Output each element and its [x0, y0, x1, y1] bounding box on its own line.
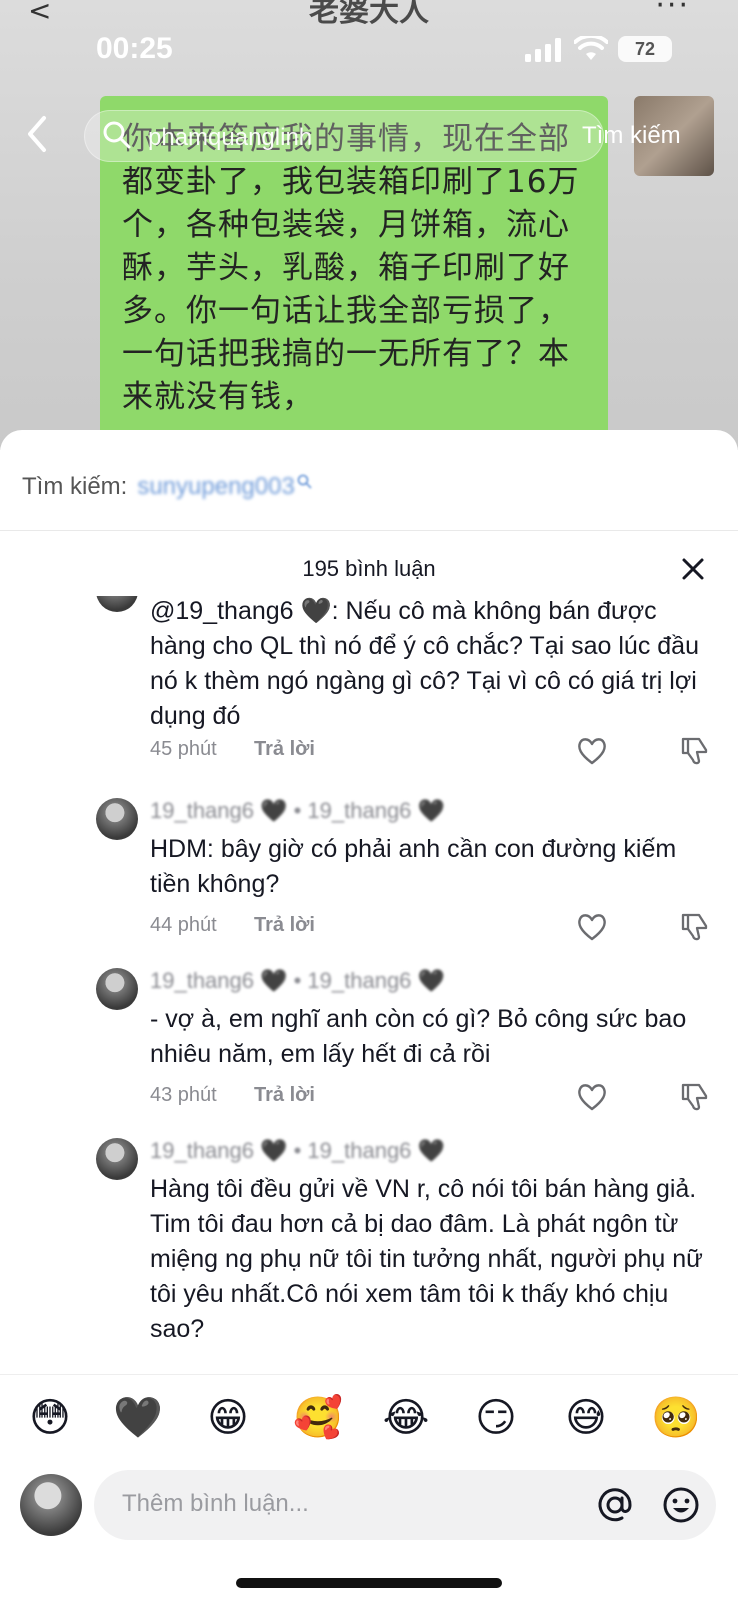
comments-count: 195 bình luận [302, 556, 436, 581]
related-search-label: Tìm kiếm: [22, 473, 128, 500]
search-icon [103, 121, 131, 149]
search-icon [297, 474, 312, 489]
commenter-avatar[interactable] [96, 968, 138, 1010]
comment-item: 19_thang6 🖤 • 19_thang6 🖤 - vợ à, em ngh… [0, 968, 738, 1138]
emoji-sweat-smile[interactable]: 😅 [560, 1392, 612, 1444]
comment-username[interactable]: 19_thang6 🖤 • 19_thang6 🖤 [150, 968, 445, 994]
comment-item: @19_thang6 🖤: Nếu cô mà không bán được h… [0, 596, 738, 770]
top-search-button[interactable]: Tìm kiếm [582, 122, 681, 150]
comment-time: 43 phút [150, 1084, 217, 1106]
thumbs-down-icon[interactable] [678, 1082, 710, 1112]
comment-text: Hàng tôi đều gửi về VN r, cô nói tôi bán… [150, 1175, 703, 1343]
wifi-icon [574, 36, 608, 60]
reply-button[interactable]: Trả lời [254, 1084, 315, 1107]
comment-item: 19_thang6 🖤 • 19_thang6 🖤 HDM: bây giờ c… [0, 798, 738, 968]
chat-message-text: 你本来答应我的事情，现在全部都变卦了，我包装箱印刷了16万个，各种包装袋，月饼箱… [122, 121, 580, 415]
quick-emoji-bar: 😳 🖤 😁 🥰 😂 😏 😅 🥺 [0, 1392, 738, 1452]
heart-outline-icon[interactable] [576, 736, 608, 766]
commenter-avatar[interactable] [96, 1138, 138, 1180]
emoji-pleading[interactable]: 🥺 [650, 1392, 702, 1444]
home-indicator [236, 1578, 502, 1588]
comment-time: 45 phút [150, 738, 217, 760]
divider [0, 530, 738, 531]
thumbs-down-icon[interactable] [678, 912, 710, 942]
comment-item: 19_thang6 🖤 • 19_thang6 🖤 Hàng tôi đều g… [0, 1138, 738, 1376]
reply-button[interactable]: Trả lời [254, 914, 315, 937]
comment-text: HDM: bây giờ có phải anh cần con đường k… [150, 835, 677, 898]
emoji-flushed[interactable]: 😳 [24, 1392, 76, 1444]
current-user-avatar [20, 1474, 82, 1536]
related-search-term[interactable]: sunyupeng003 [137, 473, 294, 501]
emoji-tears-of-joy[interactable]: 😂 [380, 1392, 432, 1444]
emoji-black-heart[interactable]: 🖤 [112, 1392, 164, 1444]
heart-outline-icon[interactable] [576, 912, 608, 942]
top-search-query: phamquanglinh [148, 124, 313, 151]
commenter-avatar[interactable] [96, 596, 138, 612]
back-button[interactable] [24, 114, 64, 158]
video-chat-more-glyph: ··· [655, 0, 690, 23]
heart-outline-icon[interactable] [576, 1082, 608, 1112]
comments-list[interactable]: @19_thang6 🖤: Nếu cô mà không bán được h… [0, 596, 738, 1376]
status-time: 00:25 [96, 32, 173, 65]
emoji-grin[interactable]: 😁 [202, 1392, 254, 1444]
close-icon[interactable] [678, 554, 708, 584]
comment-input-placeholder: Thêm bình luận... [122, 1490, 309, 1517]
thumbs-down-icon[interactable] [678, 736, 710, 766]
chevron-left-icon [28, 116, 46, 152]
comment-text: @19_thang6 🖤: Nếu cô mà không bán được h… [150, 597, 699, 730]
related-search-row[interactable]: Tìm kiếm: sunyupeng003 [22, 470, 313, 504]
battery-icon: 72 [618, 36, 672, 62]
commenter-avatar[interactable] [96, 798, 138, 840]
comment-text: - vợ à, em nghĩ anh còn có gì? Bỏ công s… [150, 1005, 687, 1068]
battery-level: 72 [634, 39, 656, 59]
comment-username[interactable]: 19_thang6 🖤 • 19_thang6 🖤 [150, 798, 445, 824]
comment-time: 44 phút [150, 914, 217, 936]
reply-button[interactable]: Trả lời [254, 738, 315, 761]
video-chat-title: 老婆大人 [309, 0, 429, 29]
at-icon[interactable] [596, 1486, 634, 1524]
cellular-signal-icon [525, 38, 561, 62]
divider [0, 1374, 738, 1375]
comment-username[interactable]: 19_thang6 🖤 • 19_thang6 🖤 [150, 1138, 445, 1164]
emoji-smirk[interactable]: 😏 [470, 1392, 522, 1444]
video-background[interactable]: < 老婆大人 ··· 你本来答应我的事情，现在全部都变卦了，我包装箱印刷了16万… [0, 0, 738, 450]
emoji-smiling-hearts[interactable]: 🥰 [292, 1392, 344, 1444]
smiley-icon[interactable] [662, 1486, 700, 1524]
